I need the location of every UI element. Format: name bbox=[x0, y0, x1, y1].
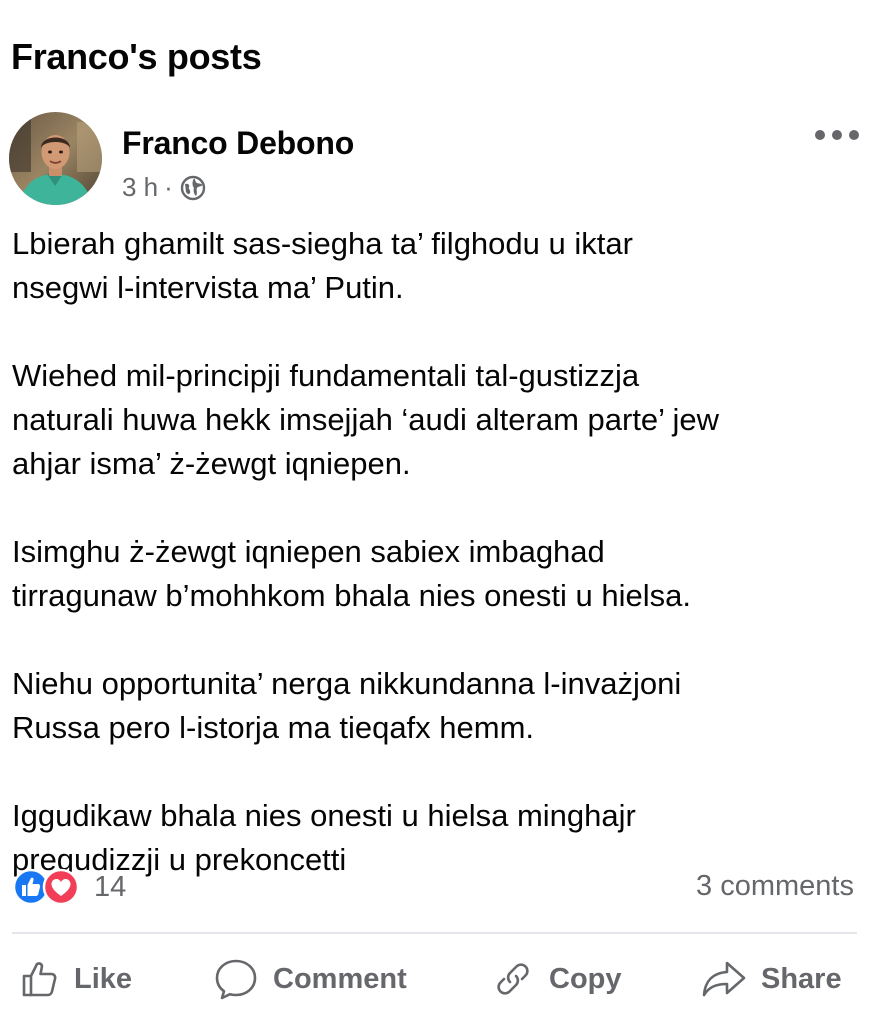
reaction-count: 14 bbox=[94, 870, 127, 903]
copy-label: Copy bbox=[549, 962, 622, 995]
like-label: Like bbox=[74, 962, 133, 995]
post-meta: 3 h · bbox=[122, 172, 207, 203]
comments-count[interactable]: 3 comments bbox=[696, 870, 854, 903]
post-paragraph: Isimghu ż-żewgt iqniepen sabiex imbaghad… bbox=[12, 534, 691, 613]
comment-label: Comment bbox=[273, 962, 407, 995]
divider bbox=[12, 932, 857, 934]
author-name[interactable]: Franco Debono bbox=[122, 125, 354, 162]
reactions-summary[interactable]: 14 bbox=[12, 868, 126, 906]
share-button[interactable]: Share bbox=[701, 946, 842, 1012]
post-paragraph: Iggudikaw bhala nies onesti u hielsa min… bbox=[12, 798, 636, 877]
post-actions: Like Comment Copy Share bbox=[0, 946, 873, 1012]
avatar-photo bbox=[9, 112, 102, 205]
meta-separator: · bbox=[164, 172, 173, 202]
copy-button[interactable]: Copy bbox=[491, 946, 622, 1012]
page-title: Franco's posts bbox=[11, 36, 262, 77]
reaction-icons bbox=[12, 868, 86, 906]
globe-icon bbox=[180, 175, 206, 200]
more-options-icon[interactable] bbox=[815, 124, 859, 146]
avatar[interactable] bbox=[9, 112, 102, 205]
post-time[interactable]: 3 h bbox=[122, 172, 158, 203]
post-paragraph: Niehu opportunita’ nerga nikkundanna l-i… bbox=[12, 666, 682, 745]
love-reaction-icon bbox=[42, 868, 80, 906]
post-header: Franco Debono 3 h · bbox=[9, 112, 859, 208]
post-paragraph: Wiehed mil-principji fundamentali tal-gu… bbox=[12, 358, 720, 481]
comment-bubble-icon bbox=[215, 959, 257, 1000]
comment-button[interactable]: Comment bbox=[213, 946, 407, 1012]
thumbs-up-icon bbox=[22, 962, 57, 997]
post-paragraph: Lbierah ghamilt sas-siegha ta’ filghodu … bbox=[12, 226, 633, 305]
like-button[interactable]: Like bbox=[20, 946, 132, 1012]
post-text: Lbierah ghamilt sas-siegha ta’ filghodu … bbox=[12, 222, 857, 882]
share-arrow-icon bbox=[702, 961, 746, 997]
link-icon bbox=[497, 963, 529, 995]
share-label: Share bbox=[761, 962, 842, 995]
